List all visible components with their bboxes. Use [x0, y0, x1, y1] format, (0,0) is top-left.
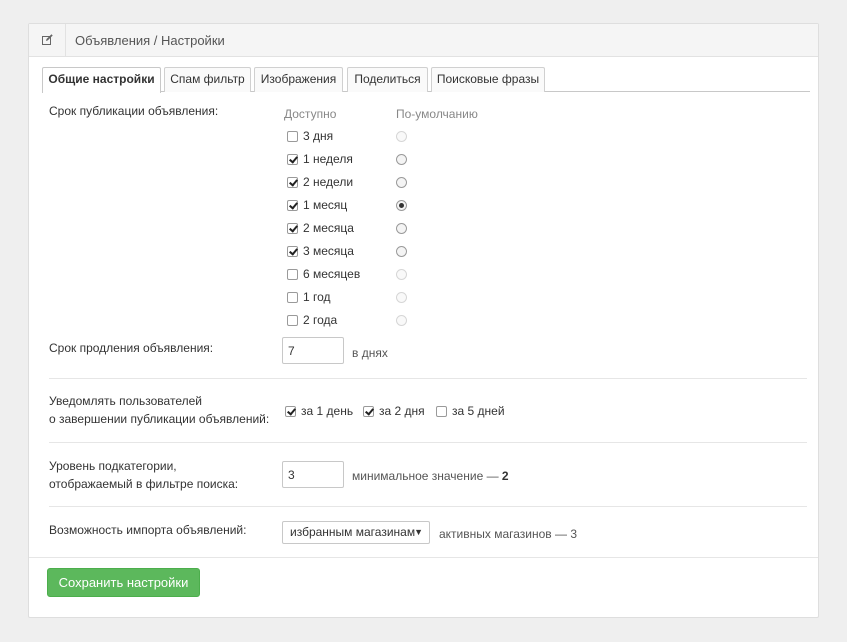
extension-unit: в днях: [352, 346, 388, 360]
import-hint-value: 3: [570, 527, 578, 541]
publication-available-checkbox[interactable]: [287, 269, 298, 280]
extension-days-input[interactable]: [282, 337, 344, 364]
publication-default-radio[interactable]: [396, 292, 407, 303]
publication-available-checkbox[interactable]: [287, 292, 298, 303]
publication-option-label: 2 недели: [303, 175, 354, 189]
save-button[interactable]: Сохранить настройки: [47, 568, 200, 597]
notify-label-line2: о завершении публикации объявлений:: [49, 412, 270, 426]
publication-default-radio[interactable]: [396, 269, 407, 280]
divider: [49, 506, 807, 507]
notify-5-days-label: за 5 дней: [452, 404, 505, 418]
import-select-value: избранным магазинам: [290, 525, 416, 539]
tab-general[interactable]: Общие настройки: [42, 67, 161, 93]
notify-label-line1: Уведомлять пользователей: [49, 394, 202, 408]
divider: [49, 442, 807, 443]
tab-share[interactable]: Поделиться: [347, 67, 428, 92]
publication-available-checkbox[interactable]: [287, 154, 298, 165]
tab-search-phrases[interactable]: Поисковые фразы: [431, 67, 545, 92]
publication-label: Срок публикации объявления:: [49, 104, 219, 118]
publication-available-checkbox[interactable]: [287, 223, 298, 234]
publication-available-checkbox[interactable]: [287, 131, 298, 142]
publication-default-radio[interactable]: [396, 315, 407, 326]
publication-option-label: 1 месяц: [303, 198, 348, 212]
publication-option-label: 2 года: [303, 313, 338, 327]
import-label: Возможность импорта объявлений:: [49, 523, 247, 537]
notify-5-days-checkbox[interactable]: [436, 406, 447, 417]
subcategory-hint-value: 2: [501, 469, 509, 483]
subcategory-hint-text: минимальное значение —: [352, 469, 499, 483]
publication-default-radio[interactable]: [396, 154, 407, 165]
tab-bar: Общие настройки Спам фильтр Изображения …: [42, 67, 810, 93]
dropdown-arrow-icon: ▼: [414, 527, 423, 537]
publication-option-label: 1 год: [303, 290, 331, 304]
footer-divider: [29, 557, 818, 558]
page-title: Объявления / Настройки: [75, 33, 225, 48]
subcategory-hint: минимальное значение — 2: [352, 469, 509, 483]
import-select[interactable]: избранным магазинам ▼: [282, 521, 430, 544]
publication-option-label: 1 неделя: [303, 152, 353, 166]
subcategory-label-line2: отображаемый в фильтре поиска:: [49, 477, 239, 491]
publication-available-checkbox[interactable]: [287, 246, 298, 257]
notify-1-day-checkbox[interactable]: [285, 406, 296, 417]
subcategory-label-line1: Уровень подкатегории,: [49, 459, 177, 473]
publication-default-radio[interactable]: [396, 177, 407, 188]
divider: [49, 378, 807, 379]
import-hint-text: активных магазинов —: [439, 527, 568, 541]
tab-spam-filter[interactable]: Спам фильтр: [164, 67, 251, 92]
available-column-header: Доступно: [284, 107, 337, 121]
header-icon-cell: [29, 24, 66, 57]
publication-option-label: 6 месяцев: [303, 267, 361, 281]
tab-images[interactable]: Изображения: [254, 67, 343, 92]
extension-label: Срок продления объявления:: [49, 341, 214, 355]
publication-option-label: 3 месяца: [303, 244, 354, 258]
import-hint: активных магазинов — 3: [439, 527, 577, 541]
publication-default-radio[interactable]: [396, 246, 407, 257]
publication-available-checkbox[interactable]: [287, 315, 298, 326]
publication-available-checkbox[interactable]: [287, 177, 298, 188]
publication-default-radio[interactable]: [396, 131, 407, 142]
default-column-header: По-умолчанию: [396, 107, 478, 121]
publication-default-radio[interactable]: [396, 223, 407, 234]
publication-option-label: 3 дня: [303, 129, 334, 143]
notify-1-day-label: за 1 день: [301, 404, 354, 418]
panel-header: Объявления / Настройки: [29, 24, 818, 57]
subcategory-level-input[interactable]: [282, 461, 344, 488]
notify-2-days-label: за 2 дня: [379, 404, 425, 418]
publication-option-label: 2 месяца: [303, 221, 354, 235]
notify-2-days-checkbox[interactable]: [363, 406, 374, 417]
publication-default-radio[interactable]: [396, 200, 407, 211]
settings-panel: Объявления / Настройки Общие настройки С…: [28, 23, 819, 618]
edit-icon: [42, 34, 53, 45]
publication-available-checkbox[interactable]: [287, 200, 298, 211]
